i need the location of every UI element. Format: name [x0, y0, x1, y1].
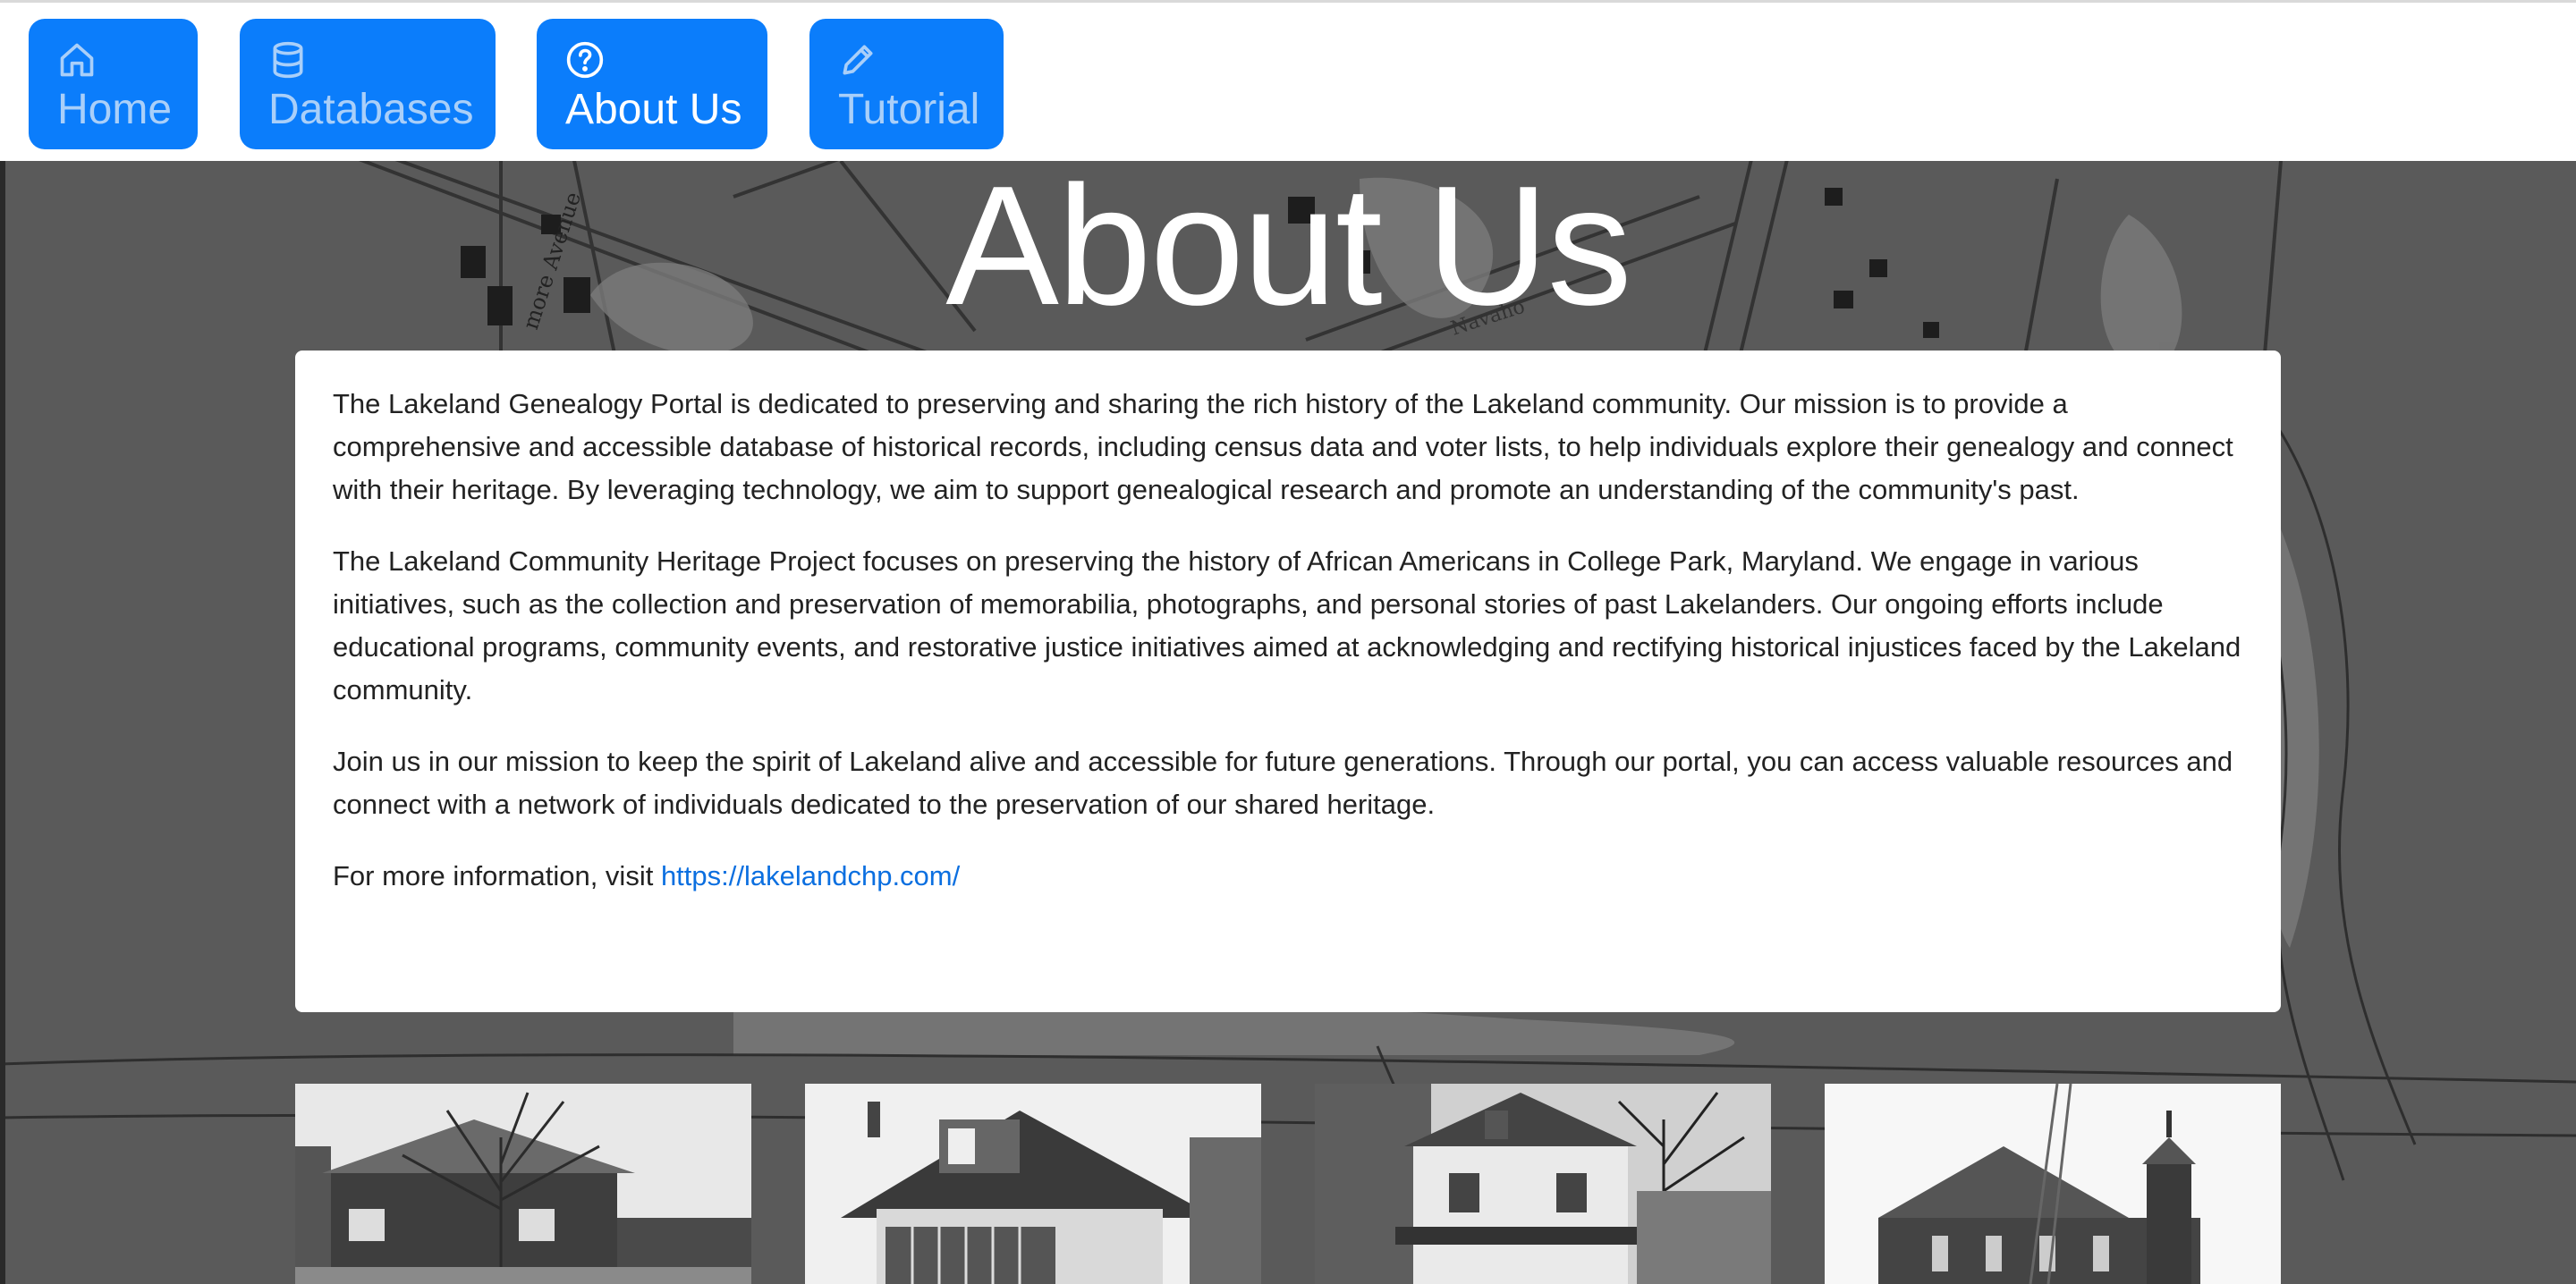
question-circle-icon	[566, 41, 604, 79]
photo-brick-house	[295, 1084, 751, 1284]
pencil-icon	[843, 45, 873, 75]
photo-image	[805, 1084, 1261, 1284]
nav-databases-label: Databases	[268, 86, 474, 133]
page: Home Databases About Us Tutorial more Av…	[0, 0, 2576, 1284]
nav-home-button[interactable]: Home	[29, 19, 198, 149]
about-paragraph: The Lakeland Genealogy Portal is dedicat…	[333, 388, 2233, 505]
photo-image	[295, 1084, 751, 1284]
top-navbar: Home Databases About Us Tutorial	[0, 0, 2576, 161]
page-title: About Us	[945, 151, 1632, 341]
more-info-prefix: For more information, visit	[333, 860, 661, 891]
photo-bungalow-house	[805, 1084, 1261, 1284]
lakelandchp-link[interactable]: https://lakelandchp.com/	[661, 860, 960, 891]
about-paragraph: The Lakeland Community Heritage Project …	[333, 545, 2241, 705]
photo-image	[1315, 1084, 1771, 1284]
about-card: The Lakeland Genealogy Portal is dedicat…	[295, 351, 2281, 1012]
database-icon	[273, 41, 303, 79]
nav-about-us-label: About Us	[565, 86, 742, 133]
nav-databases-button[interactable]: Databases	[240, 19, 496, 149]
photo-brick-church	[1825, 1084, 2281, 1284]
more-info-text: For more information, visit https://lake…	[333, 855, 2243, 898]
nav-about-us-button[interactable]: About Us	[537, 19, 767, 149]
nav-tutorial-label: Tutorial	[838, 86, 980, 133]
photo-two-story-house	[1315, 1084, 1771, 1284]
home-icon	[60, 43, 94, 77]
nav-tutorial-button[interactable]: Tutorial	[809, 19, 1004, 149]
photo-image	[1825, 1084, 2281, 1284]
about-paragraph: Join us in our mission to keep the spiri…	[333, 746, 2233, 820]
nav-home-label: Home	[57, 86, 173, 133]
